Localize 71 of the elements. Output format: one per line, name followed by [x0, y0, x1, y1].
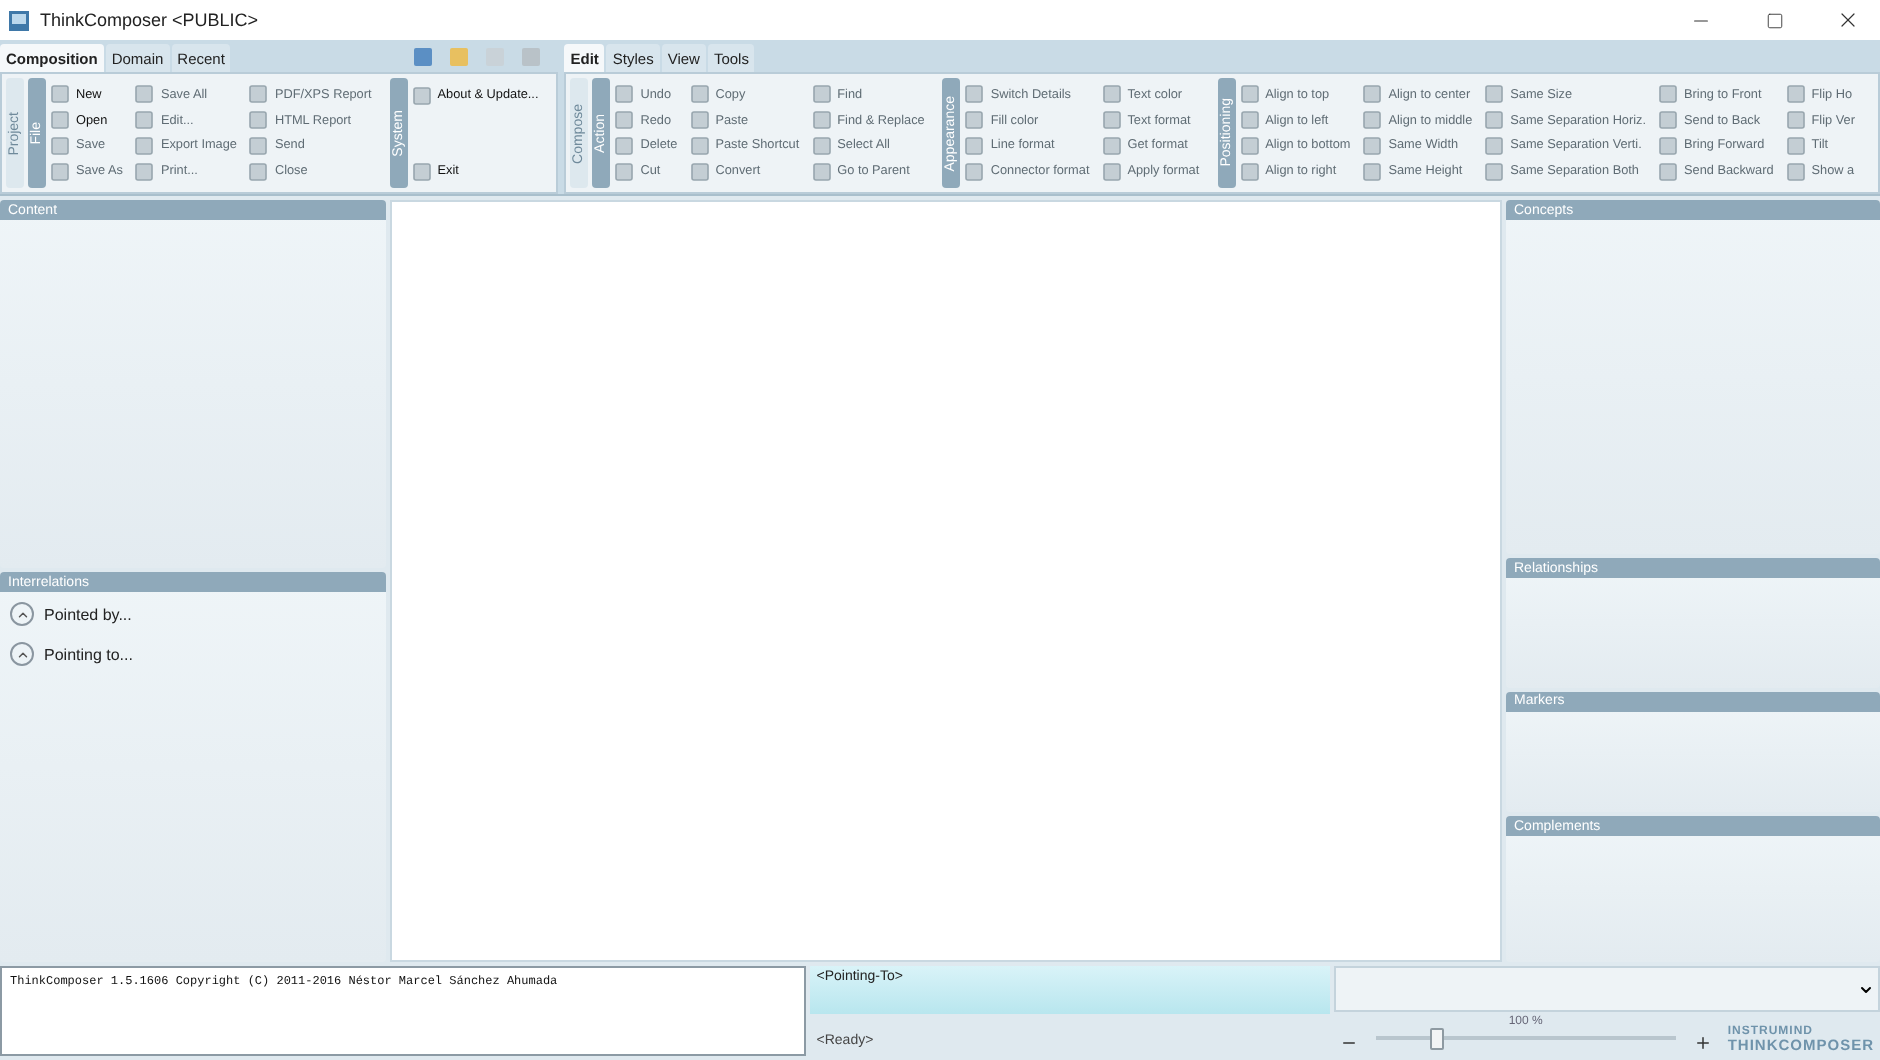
tile-icon	[614, 110, 635, 131]
tile-icon	[1658, 161, 1679, 182]
tile-icon	[1101, 135, 1122, 156]
tile-icon	[248, 161, 269, 182]
toolbar-icon[interactable]	[520, 46, 543, 68]
tile-icon	[1484, 135, 1505, 156]
zoom-in-button[interactable]	[1693, 1034, 1712, 1052]
canvas[interactable]	[390, 200, 1502, 962]
tile-icon	[1785, 135, 1806, 156]
tile-icon	[1239, 161, 1260, 182]
tile-icon	[50, 135, 70, 156]
tile-icon	[1239, 110, 1260, 131]
tile-icon	[1362, 84, 1383, 105]
tile-icon	[689, 135, 710, 156]
window-title: ThinkComposer <PUBLIC>	[40, 10, 261, 30]
tile-icon	[134, 110, 155, 131]
tile-icon	[411, 85, 432, 105]
tile-icon	[134, 161, 155, 182]
tile-icon	[689, 161, 710, 182]
tile-icon	[50, 110, 70, 131]
tile-icon	[1785, 84, 1806, 105]
close-icon	[1836, 8, 1860, 32]
tile-icon	[248, 110, 269, 131]
tile-icon	[1484, 161, 1505, 182]
tile-icon	[964, 110, 985, 131]
tile-icon	[1785, 161, 1806, 182]
tile-icon	[1484, 110, 1505, 131]
tile-icon	[1785, 110, 1806, 131]
tile-icon	[1658, 135, 1679, 156]
tile-icon	[811, 110, 832, 131]
tile-icon	[1101, 161, 1122, 182]
tile-icon	[1362, 135, 1383, 156]
tile-icon	[964, 161, 985, 182]
tile-icon	[689, 110, 710, 131]
tile-icon	[1101, 110, 1122, 131]
tile-icon	[248, 84, 269, 105]
expander[interactable]: Pointing to...	[0, 632, 386, 673]
tile-icon	[134, 135, 155, 156]
app-icon	[8, 9, 30, 31]
tile-icon	[1484, 84, 1505, 105]
expander[interactable]: Pointed by...	[0, 592, 386, 633]
maximize-icon	[1765, 11, 1783, 29]
tile-icon	[964, 135, 985, 156]
tile-icon	[1658, 84, 1679, 105]
tile-icon	[134, 84, 155, 105]
caret-icon	[1858, 981, 1874, 997]
dropdown[interactable]	[1333, 966, 1880, 1012]
tile-icon	[1658, 110, 1679, 131]
collapse-icon	[10, 602, 34, 627]
toolbar-icon[interactable]	[412, 46, 435, 68]
tile-icon	[614, 135, 635, 156]
tile-icon	[411, 161, 432, 181]
tile-icon	[1239, 84, 1260, 105]
tile-icon	[1239, 135, 1260, 156]
tile-icon	[689, 84, 710, 105]
tile-icon	[1101, 84, 1122, 105]
tile-icon	[50, 84, 70, 105]
toolbar-icon[interactable]	[448, 46, 471, 68]
plus-icon	[1693, 1034, 1712, 1052]
tile-icon	[811, 84, 832, 105]
tile-icon	[614, 161, 635, 182]
slider-thumb[interactable]	[1429, 1028, 1444, 1050]
tile-icon	[811, 161, 832, 182]
tile-icon	[614, 84, 635, 105]
collapse-icon	[10, 642, 34, 667]
tile-icon	[811, 135, 832, 156]
tile-icon	[1362, 161, 1383, 182]
tile-icon	[964, 84, 985, 105]
tile-icon	[248, 135, 269, 156]
tile-icon	[1362, 110, 1383, 131]
tile-icon	[50, 161, 70, 182]
